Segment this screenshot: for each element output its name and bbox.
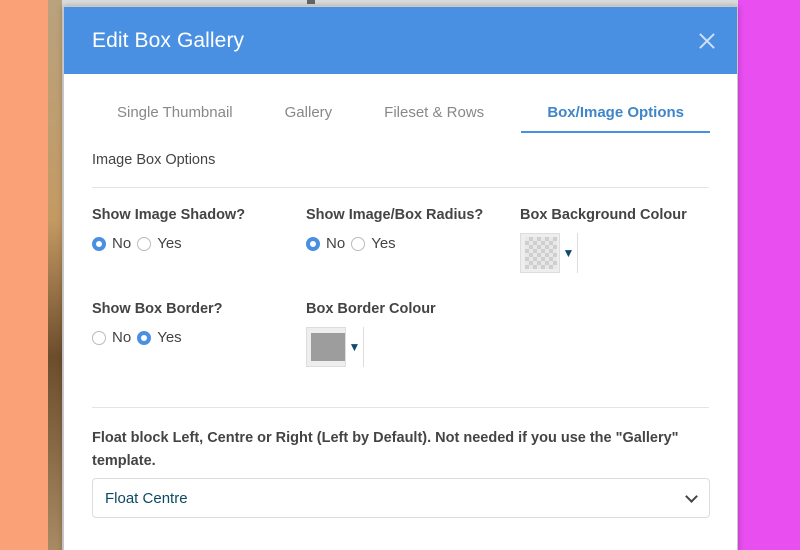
- border-radio-group: No Yes: [92, 329, 223, 346]
- border-field: Show Box Border? No Yes: [92, 301, 223, 346]
- bg-colour-label: Box Background Colour: [520, 207, 687, 223]
- dropdown-arrow-icon[interactable]: ▼: [559, 233, 577, 273]
- border-colour-label: Box Border Colour: [306, 301, 436, 317]
- float-select-value: Float Centre: [105, 489, 188, 507]
- background-left: [0, 0, 62, 550]
- grey-swatch: [311, 333, 345, 361]
- divider: [92, 407, 709, 408]
- shadow-no-label[interactable]: No: [112, 235, 131, 252]
- tab-fileset-rows[interactable]: Fileset & Rows: [358, 103, 510, 133]
- shadow-yes-radio[interactable]: [137, 236, 152, 251]
- float-label: Float block Left, Centre or Right (Left …: [92, 430, 679, 469]
- dialog-title: Edit Box Gallery: [92, 28, 245, 52]
- border-yes-radio[interactable]: [137, 330, 152, 345]
- radius-radio-group: No Yes: [306, 235, 483, 252]
- radius-yes-label[interactable]: Yes: [371, 235, 395, 252]
- section-title: Image Box Options: [92, 152, 216, 168]
- radius-yes-radio[interactable]: [351, 236, 366, 251]
- background-strip: [48, 0, 62, 550]
- border-no-radio[interactable]: [92, 330, 106, 345]
- border-colour-field: Box Border Colour ▼: [306, 301, 436, 367]
- tab-bar: Single Thumbnail Gallery Fileset & Rows …: [91, 103, 710, 133]
- radius-no-radio[interactable]: [306, 236, 320, 251]
- radius-field: Show Image/Box Radius? No Yes: [306, 207, 483, 252]
- tab-gallery[interactable]: Gallery: [259, 103, 359, 133]
- chevron-down-icon: [685, 492, 697, 504]
- divider: [92, 187, 709, 188]
- shadow-no-radio[interactable]: [92, 236, 106, 251]
- border-yes-label[interactable]: Yes: [157, 329, 181, 346]
- radius-label: Show Image/Box Radius?: [306, 207, 484, 223]
- tab-box-image-options[interactable]: Box/Image Options: [521, 103, 710, 133]
- shadow-field: Show Image Shadow? No Yes: [92, 207, 245, 252]
- dialog-header: Edit Box Gallery: [64, 7, 737, 74]
- background-right: [738, 0, 800, 550]
- edit-box-gallery-dialog: Edit Box Gallery Single Thumbnail Galler…: [63, 6, 738, 550]
- float-select[interactable]: Float Centre: [92, 478, 710, 518]
- border-no-label[interactable]: No: [112, 329, 131, 346]
- shadow-radio-group: No Yes: [92, 235, 245, 252]
- shadow-label: Show Image Shadow?: [92, 207, 246, 223]
- dropdown-arrow-icon[interactable]: ▼: [345, 327, 363, 367]
- background-bar: [307, 0, 315, 4]
- radius-no-label[interactable]: No: [326, 235, 345, 252]
- bg-colour-picker[interactable]: ▼: [520, 233, 578, 273]
- bg-colour-field: Box Background Colour ▼: [520, 207, 687, 273]
- close-icon[interactable]: [695, 29, 719, 53]
- border-label: Show Box Border?: [92, 301, 223, 317]
- tab-single-thumbnail[interactable]: Single Thumbnail: [91, 103, 259, 133]
- transparent-swatch: [525, 237, 557, 269]
- shadow-yes-label[interactable]: Yes: [157, 235, 181, 252]
- border-colour-picker[interactable]: ▼: [306, 327, 364, 367]
